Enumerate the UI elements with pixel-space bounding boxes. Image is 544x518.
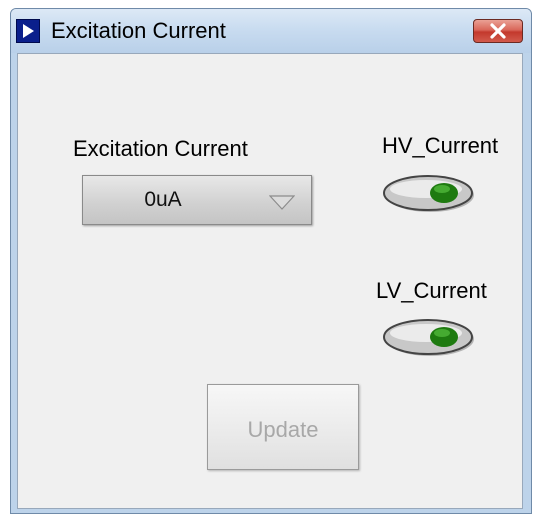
- excitation-current-value: 0uA: [144, 188, 182, 211]
- close-button[interactable]: [473, 19, 523, 43]
- front-panel: Excitation Current 0uA HV_Current LV_Cur…: [17, 53, 523, 509]
- dropdown-arrow-icon: [269, 195, 295, 210]
- close-icon: [490, 23, 506, 39]
- lv-current-label: LV_Current: [376, 278, 487, 303]
- lv-current-led[interactable]: [382, 315, 476, 359]
- hv-current-led[interactable]: [382, 171, 476, 215]
- hv-current-label: HV_Current: [382, 133, 499, 158]
- update-button[interactable]: Update: [207, 384, 359, 470]
- title-bar[interactable]: Excitation Current: [11, 9, 531, 53]
- update-button-label: Update: [247, 417, 319, 442]
- window-title: Excitation Current: [51, 18, 226, 43]
- excitation-current-label: Excitation Current: [73, 136, 248, 161]
- labview-vi-icon: [16, 19, 40, 43]
- dialog-window: Excitation Current Excitation Current 0u…: [10, 8, 532, 514]
- excitation-current-ring[interactable]: 0uA: [82, 175, 312, 225]
